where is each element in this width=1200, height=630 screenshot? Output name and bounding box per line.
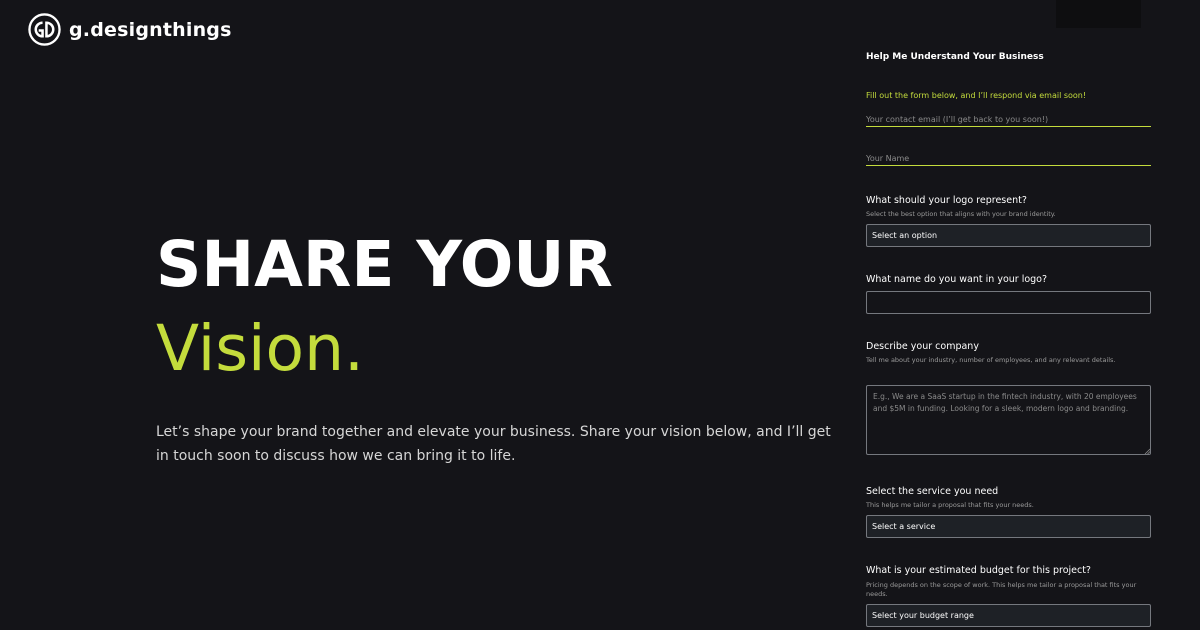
page: g.designthings SHARE YOUR Vision. Let’s … [0, 0, 1200, 630]
logo-represent-help: Select the best option that aligns with … [866, 210, 1056, 218]
budget-help: Pricing depends on the scope of work. Th… [866, 581, 1137, 598]
header-box [1056, 0, 1141, 28]
logo-name-label: What name do you want in your logo? [866, 274, 1048, 285]
form-subtitle: Fill out the form below, and I’ll respon… [866, 91, 1087, 100]
gd-logo-icon [28, 13, 61, 46]
service-help: This helps me tailor a proposal that fit… [866, 501, 1034, 509]
logo-represent-label: What should your logo represent? [866, 195, 1027, 206]
hero-title: SHARE YOUR [156, 228, 613, 301]
company-help: Tell me about your industry, number of e… [866, 356, 1116, 364]
budget-value: Select your budget range [872, 611, 974, 620]
company-label: Describe your company [866, 341, 979, 352]
company-textarea[interactable] [866, 385, 1151, 455]
hero-section: SHARE YOUR Vision. Let’s shape your bran… [156, 226, 836, 468]
email-field[interactable] [866, 115, 1151, 127]
logo-represent-select[interactable]: Select an option [866, 224, 1151, 247]
hero-description: Let’s shape your brand together and elev… [156, 424, 831, 464]
brand-logo[interactable]: g.designthings [28, 13, 232, 46]
form-title: Help Me Understand Your Business [866, 52, 1044, 62]
company-textarea-wrap [866, 385, 1151, 455]
resize-handle-icon[interactable] [1144, 448, 1150, 454]
name-field[interactable] [866, 154, 1151, 166]
budget-select[interactable]: Select your budget range [866, 604, 1151, 627]
logo-represent-value: Select an option [872, 231, 938, 240]
hero-accent-title: Vision. [156, 312, 365, 385]
budget-label: What is your estimated budget for this p… [866, 565, 1091, 576]
service-select[interactable]: Select a service [866, 515, 1151, 538]
brand-name: g.designthings [69, 18, 232, 41]
service-value: Select a service [872, 522, 936, 531]
service-label: Select the service you need [866, 486, 999, 497]
logo-name-input[interactable] [866, 291, 1151, 314]
